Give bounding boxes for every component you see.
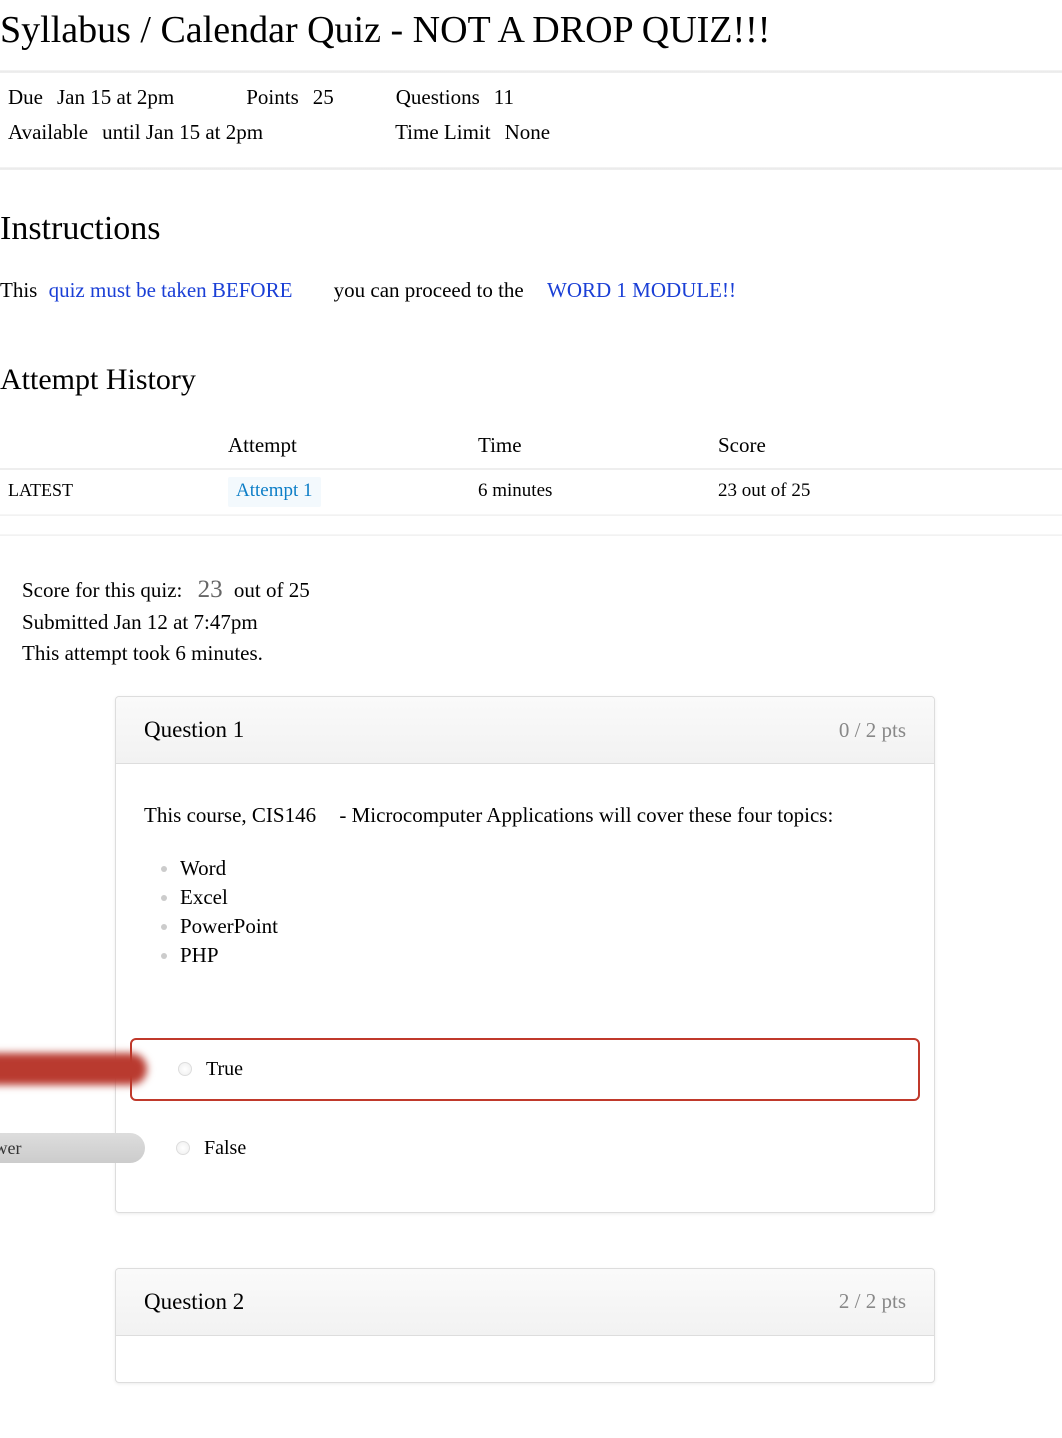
attempt-time: 6 minutes [470, 469, 710, 514]
attempt-history-table: Attempt Time Score LATEST Attempt 1 6 mi… [0, 421, 1062, 514]
timelimit-label: Time Limit [395, 120, 491, 145]
attempt-history-heading: Attempt History [0, 353, 1062, 421]
list-item: Word [180, 856, 906, 881]
q1-text2: - Microcomputer Applications will cover … [339, 803, 833, 827]
col-score: Score [710, 421, 1062, 469]
points-label: Points [246, 85, 299, 110]
instr-part2: you can proceed to the [334, 278, 524, 302]
topic-list: Word Excel PowerPoint PHP [144, 856, 906, 968]
col-attempt: Attempt [220, 421, 470, 469]
q1-text1: This course, CIS146 [144, 803, 316, 827]
question-pts: 0 / 2 pts [839, 718, 906, 743]
answer-false: orrect Answer False [130, 1119, 920, 1178]
score-label: Score for this quiz: [22, 578, 182, 602]
score-suffix: out of 25 [234, 578, 310, 602]
instruction-text: This quiz must be taken BEFORE you can p… [0, 278, 1062, 353]
answer-text: False [204, 1137, 246, 1160]
list-item: PHP [180, 943, 906, 968]
instr-part1: This [0, 278, 37, 302]
table-row: LATEST Attempt 1 6 minutes 23 out of 25 [0, 469, 1062, 514]
attempt-score: 23 out of 25 [710, 469, 1062, 514]
col-time: Time [470, 421, 710, 469]
list-item: PowerPoint [180, 914, 906, 939]
timelimit-value: None [505, 120, 551, 145]
quiz-meta: Due Jan 15 at 2pm Points 25 Questions 11… [0, 73, 1062, 167]
submitted-line: Submitted Jan 12 at 7:47pm [22, 610, 1062, 635]
question-title: Question 2 [144, 1289, 244, 1315]
you-answered-indicator [0, 1053, 147, 1085]
attempt-link[interactable]: Attempt 1 [228, 477, 321, 507]
question-text: This course, CIS146 - Microcomputer Appl… [144, 800, 906, 832]
due-label: Due [8, 85, 43, 110]
questions-label: Questions [396, 85, 480, 110]
answer-true: True [130, 1038, 920, 1101]
correct-answer-indicator: orrect Answer [0, 1133, 145, 1163]
answer-text: True [206, 1058, 243, 1081]
radio-icon [176, 1141, 190, 1155]
question-card-2: Question 2 2 / 2 pts [115, 1268, 935, 1383]
points-value: 25 [313, 85, 334, 110]
available-label: Available [8, 120, 88, 145]
instr-blue2: WORD 1 MODULE!! [547, 278, 736, 302]
question-card-1: Question 1 0 / 2 pts This course, CIS146… [115, 696, 935, 1213]
score-value: 23 [198, 576, 223, 603]
question-title: Question 1 [144, 717, 244, 743]
instructions-heading: Instructions [0, 170, 1062, 278]
col-status [0, 421, 220, 469]
instr-blue1: quiz must be taken BEFORE [49, 278, 293, 302]
radio-icon [178, 1062, 192, 1076]
duration-line: This attempt took 6 minutes. [22, 641, 1062, 666]
score-summary: Score for this quiz: 23 out of 25 Submit… [0, 536, 1062, 666]
questions-value: 11 [494, 85, 514, 110]
question-pts: 2 / 2 pts [839, 1289, 906, 1314]
available-value: until Jan 15 at 2pm [102, 120, 263, 145]
page-title: Syllabus / Calendar Quiz - NOT A DROP QU… [0, 0, 1062, 70]
list-item: Excel [180, 885, 906, 910]
due-value: Jan 15 at 2pm [57, 85, 174, 110]
latest-badge: LATEST [8, 480, 73, 500]
